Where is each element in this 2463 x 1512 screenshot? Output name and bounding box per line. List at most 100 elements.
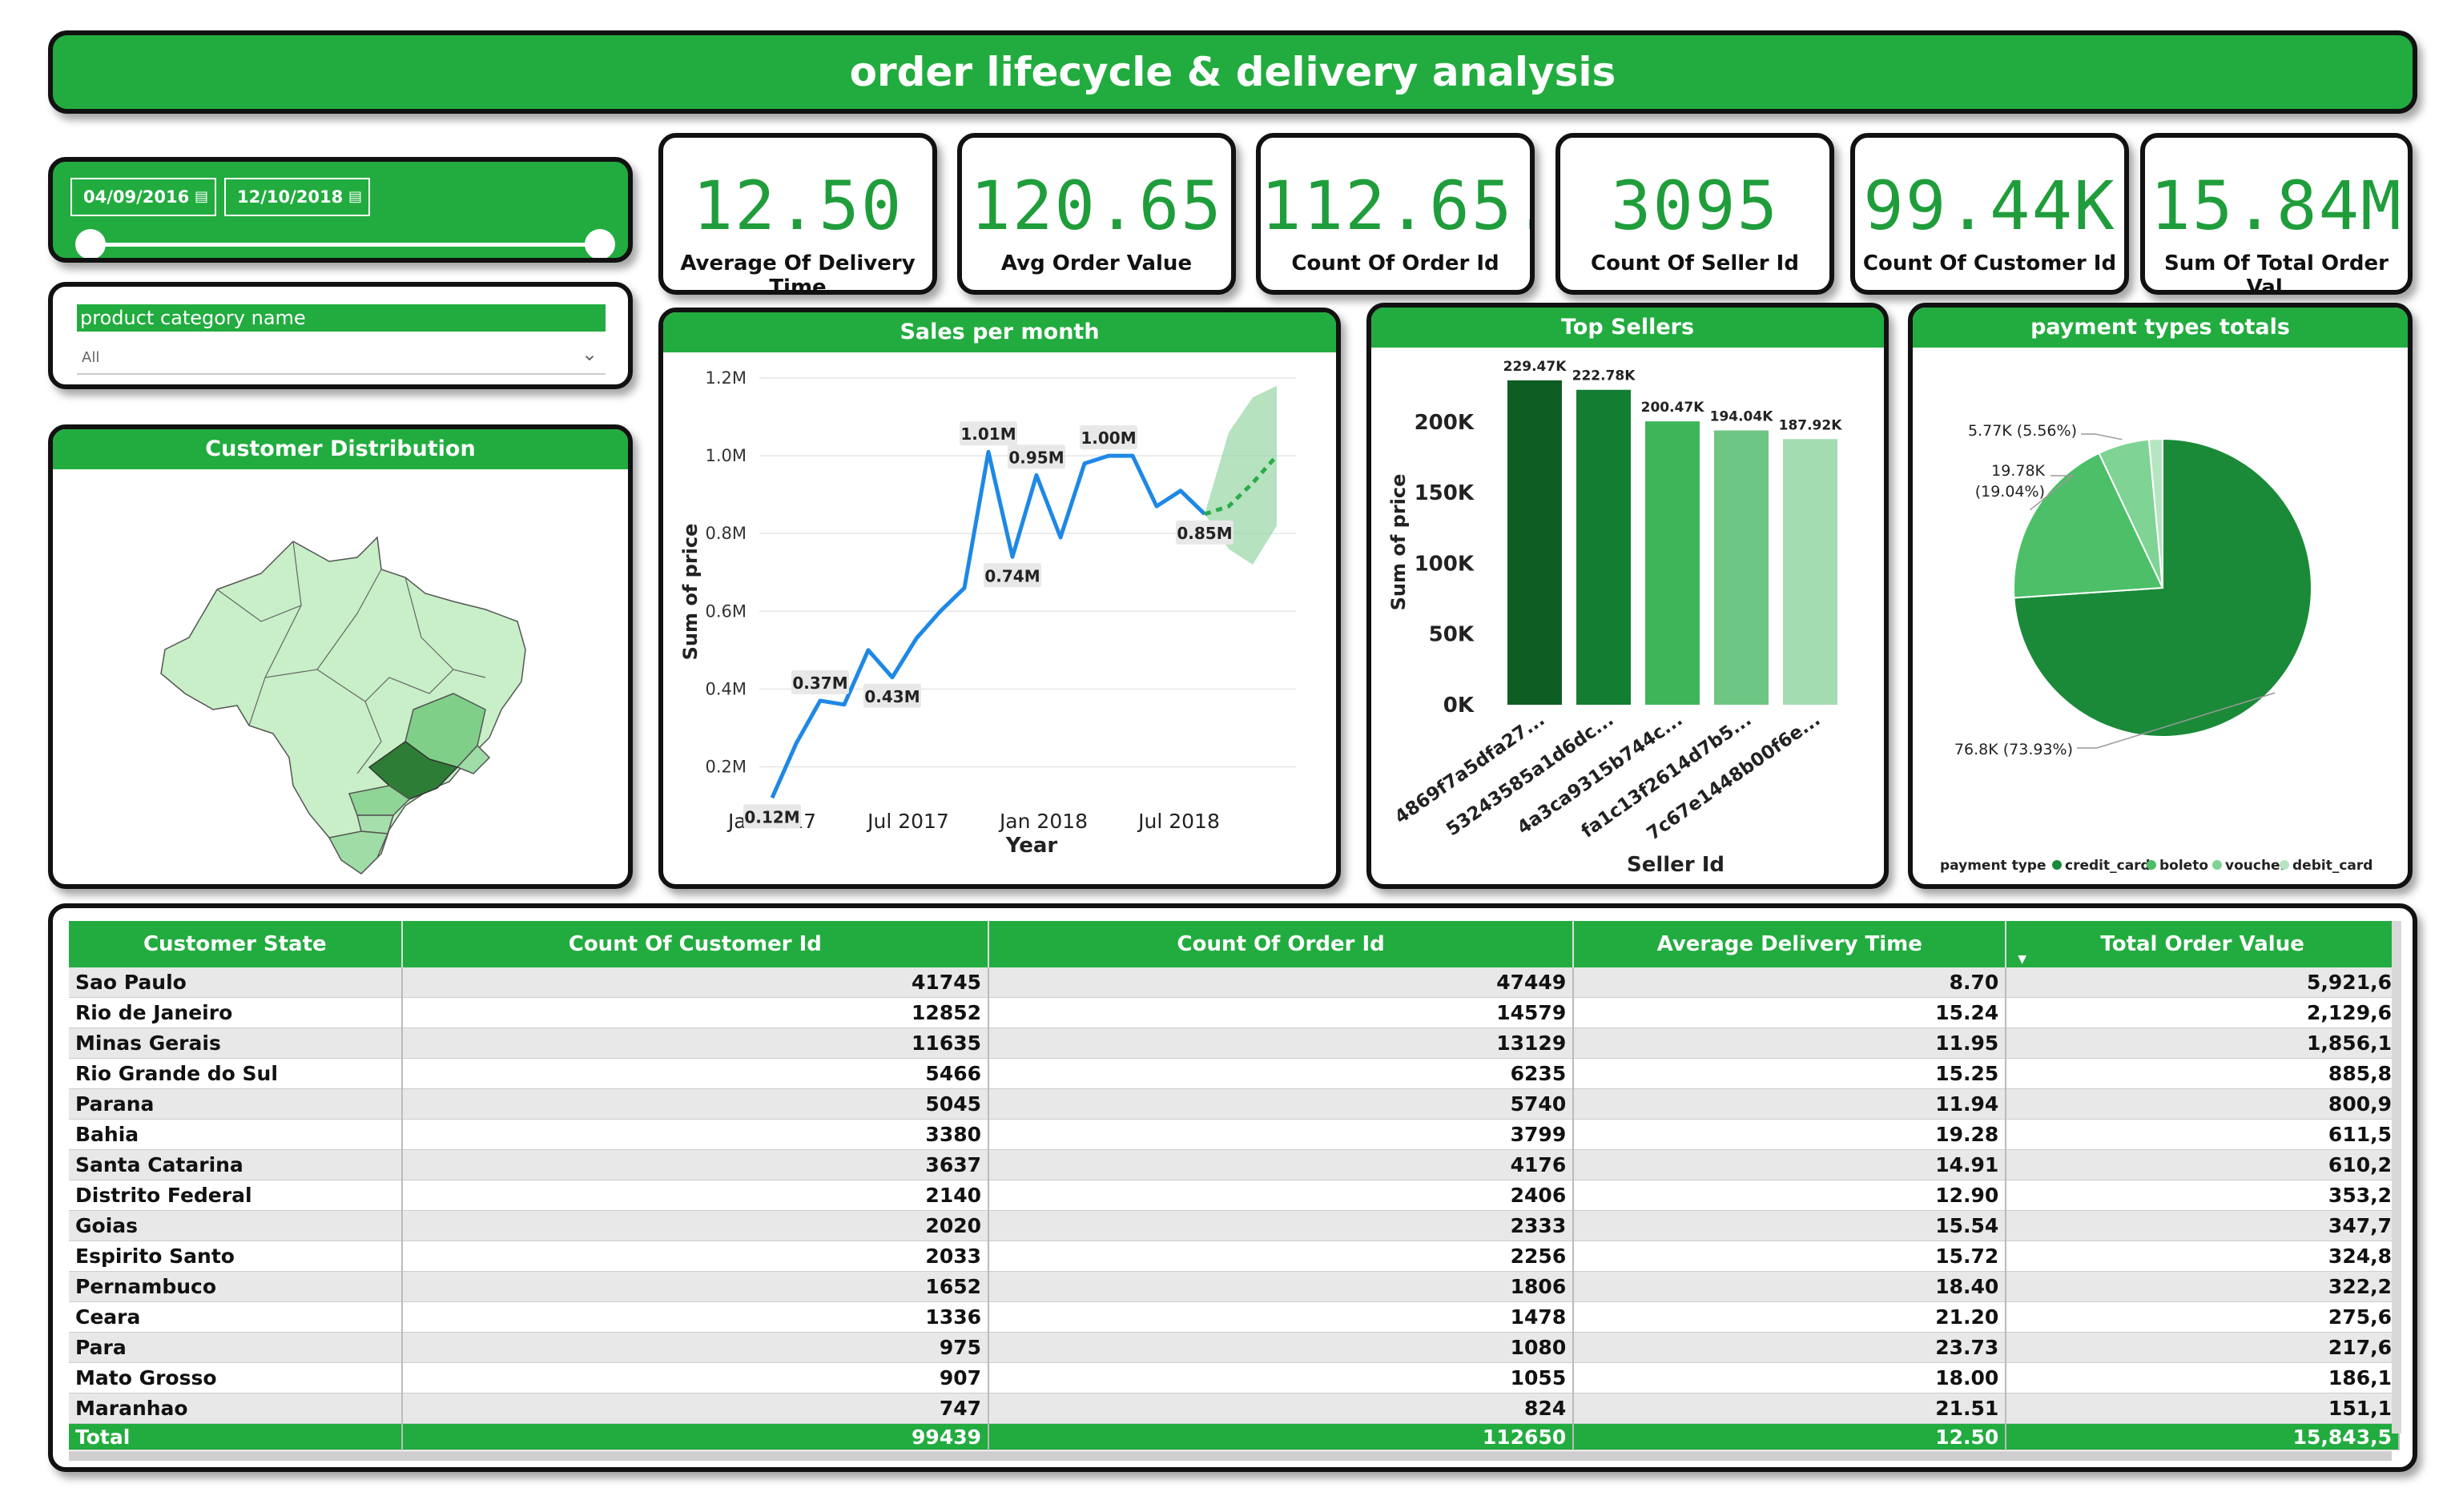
table-row[interactable]: Espirito Santo 2033 2256 15.72 324,8 <box>69 1241 2400 1272</box>
table-cell: 353,2 <box>2006 1180 2400 1211</box>
category-slicer[interactable]: product category name All ⌄ <box>48 282 633 389</box>
calendar-icon[interactable]: ▤ <box>195 179 208 215</box>
kpi-value: 120.65 <box>970 167 1223 245</box>
table-cell: Para <box>69 1332 403 1363</box>
table-cell: 15.25 <box>1573 1058 2007 1089</box>
line-data-label: 1.01M <box>960 421 1017 446</box>
calendar-icon[interactable]: ▤ <box>348 179 362 215</box>
total-cell: 12.50 <box>1573 1423 2007 1450</box>
date-slicer[interactable]: 04/09/2016 ▤ 12/10/2018 ▤ <box>48 157 633 263</box>
horizontal-scrollbar[interactable] <box>69 1451 2392 1461</box>
y-tick-label: 150K <box>1415 481 1475 505</box>
legend-item[interactable]: debit_card <box>2280 858 2372 874</box>
table-cell: 15.72 <box>1573 1241 2007 1272</box>
y-axis-label: Sum of price <box>679 524 702 661</box>
table-row[interactable]: Maranhao 747 824 21.51 151,1 <box>69 1393 2400 1424</box>
table-cell: 13129 <box>988 1027 1575 1059</box>
pie-data-label: 5.77K (5.56%) <box>1968 422 2123 440</box>
y-tick-label: 0K <box>1443 694 1475 718</box>
table-cell: Pernambuco <box>69 1271 403 1302</box>
pie-chart-plot[interactable]: 76.8K (73.93%) 19.78K (19.04%) 5.77K (5.56%… <box>1913 348 2408 886</box>
table-row[interactable]: Mato Grosso 907 1055 18.00 186,1 <box>69 1362 2400 1393</box>
total-cell: 15,843,5 <box>2006 1423 2400 1450</box>
table-total-row: Total 99439 112650 12.50 15,843,5 <box>69 1423 2400 1450</box>
line-data-label: 1.00M <box>1080 425 1137 450</box>
table-row[interactable]: Goias 2020 2333 15.54 347,7 <box>69 1210 2400 1241</box>
pie-legend: payment type credit_card boleto voucher debi… <box>1940 858 2372 874</box>
y-tick-label: 0.4M <box>705 679 747 698</box>
category-dropdown[interactable]: All ⌄ <box>77 340 606 375</box>
line-data-label: 0.43M <box>863 683 921 708</box>
table-cell: 275,6 <box>2006 1301 2400 1333</box>
column-header[interactable]: Customer State <box>69 921 403 967</box>
seller-bar[interactable] <box>1576 389 1631 705</box>
column-header[interactable]: Count Of Order Id <box>988 921 1575 967</box>
vertical-scrollbar[interactable] <box>2392 921 2401 1434</box>
bar-chart-title: Top Sellers <box>1371 308 1884 348</box>
table-cell: 21.20 <box>1573 1301 2007 1333</box>
table-row[interactable]: Bahia 3380 3799 19.28 611,5 <box>69 1119 2400 1150</box>
date-range-start-handle[interactable] <box>75 229 106 258</box>
bar-data-label: 229.47K <box>1503 359 1568 375</box>
legend-item[interactable]: boleto <box>2147 858 2208 874</box>
table-row[interactable]: Ceara 1336 1478 21.20 275,6 <box>69 1301 2400 1333</box>
legend-item[interactable]: credit_card <box>2052 858 2151 874</box>
y-tick-label: 0.2M <box>705 757 747 776</box>
table-cell: 2140 <box>401 1180 990 1211</box>
end-date-field[interactable]: 12/10/2018 ▤ <box>224 178 370 216</box>
payment-types-chart: payment types totals 76.8K (73.93%) 19.78… <box>1908 303 2413 889</box>
table-row[interactable]: Santa Catarina 3637 4176 14.91 610,2 <box>69 1149 2400 1180</box>
table-cell: 11.95 <box>1573 1027 2007 1059</box>
table-cell: 2,129,6 <box>2006 997 2400 1028</box>
table-cell: 186,1 <box>2006 1362 2400 1393</box>
table-row[interactable]: Distrito Federal 2140 2406 12.90 353,2 <box>69 1180 2400 1211</box>
start-date-field[interactable]: 04/09/2016 ▤ <box>70 178 216 216</box>
column-header[interactable]: Total Order Value ▼ <box>2006 921 2400 967</box>
table-cell: Minas Gerais <box>69 1027 403 1059</box>
table-row[interactable]: Minas Gerais 11635 13129 11.95 1,856,1 <box>69 1027 2400 1059</box>
table-cell: 217,6 <box>2006 1332 2400 1363</box>
table-row[interactable]: Rio Grande do Sul 5466 6235 15.25 885,8 <box>69 1058 2400 1089</box>
y-tick-label: 0.8M <box>705 524 747 543</box>
date-range-end-handle[interactable] <box>585 229 615 258</box>
brazil-map[interactable] <box>53 469 628 886</box>
total-cell: 112650 <box>988 1423 1575 1450</box>
kpi-label: Count Of Order Id <box>1291 251 1499 275</box>
table-cell: Rio Grande do Sul <box>69 1058 403 1089</box>
table-row[interactable]: Parana 5045 5740 11.94 800,9 <box>69 1088 2400 1120</box>
table-cell: 14579 <box>988 997 1575 1028</box>
table-cell: 5740 <box>988 1088 1575 1120</box>
kpi-card-total-order-value: 15.84M Sum Of Total Order Val... <box>2140 133 2413 295</box>
line-chart-plot[interactable]: 0.2M0.4M0.6M0.8M1.0M1.2MJan 2017Jul 2017… <box>663 352 1336 886</box>
table-cell: 8.70 <box>1573 967 2007 998</box>
chevron-down-icon[interactable]: ⌄ <box>582 343 598 365</box>
seller-bar[interactable] <box>1714 430 1769 705</box>
table-cell: 11635 <box>401 1027 990 1059</box>
category-slicer-label: product category name <box>77 304 606 332</box>
bar-data-label: 200.47K <box>1641 400 1705 416</box>
table-cell: 324,8 <box>2006 1241 2400 1272</box>
table-row[interactable]: Para 975 1080 23.73 217,6 <box>69 1332 2400 1363</box>
seller-bar[interactable] <box>1783 439 1837 705</box>
table-cell: 4176 <box>988 1149 1575 1180</box>
svg-text:voucher: voucher <box>2225 858 2288 874</box>
table-cell: 3799 <box>988 1119 1575 1150</box>
legend-item[interactable]: voucher <box>2212 858 2288 874</box>
table-row[interactable]: Sao Paulo 41745 47449 8.70 5,921,6 <box>69 967 2400 998</box>
sales-line <box>770 449 1206 799</box>
table-cell: 800,9 <box>2006 1088 2400 1120</box>
x-tick-label: Jul 2017 <box>866 810 949 833</box>
svg-text:boleto: boleto <box>2159 858 2208 874</box>
date-range-track[interactable] <box>88 243 601 247</box>
kpi-label: Count Of Customer Id <box>1862 251 2117 275</box>
sort-desc-icon[interactable]: ▼ <box>2018 953 2026 966</box>
column-header[interactable]: Average Delivery Time <box>1573 921 2007 967</box>
column-header[interactable]: Count Of Customer Id <box>401 921 990 967</box>
svg-text:(19.04%): (19.04%) <box>1975 483 2045 501</box>
table-row[interactable]: Pernambuco 1652 1806 18.40 322,2 <box>69 1271 2400 1302</box>
seller-bar[interactable] <box>1507 380 1562 705</box>
seller-bar[interactable] <box>1645 421 1700 705</box>
bar-chart-plot[interactable]: 0K50K100K150K200KSum of price229.47K4869… <box>1371 348 1884 886</box>
table-row[interactable]: Rio de Janeiro 12852 14579 15.24 2,129,6 <box>69 997 2400 1028</box>
svg-text:0.43M: 0.43M <box>864 687 920 706</box>
